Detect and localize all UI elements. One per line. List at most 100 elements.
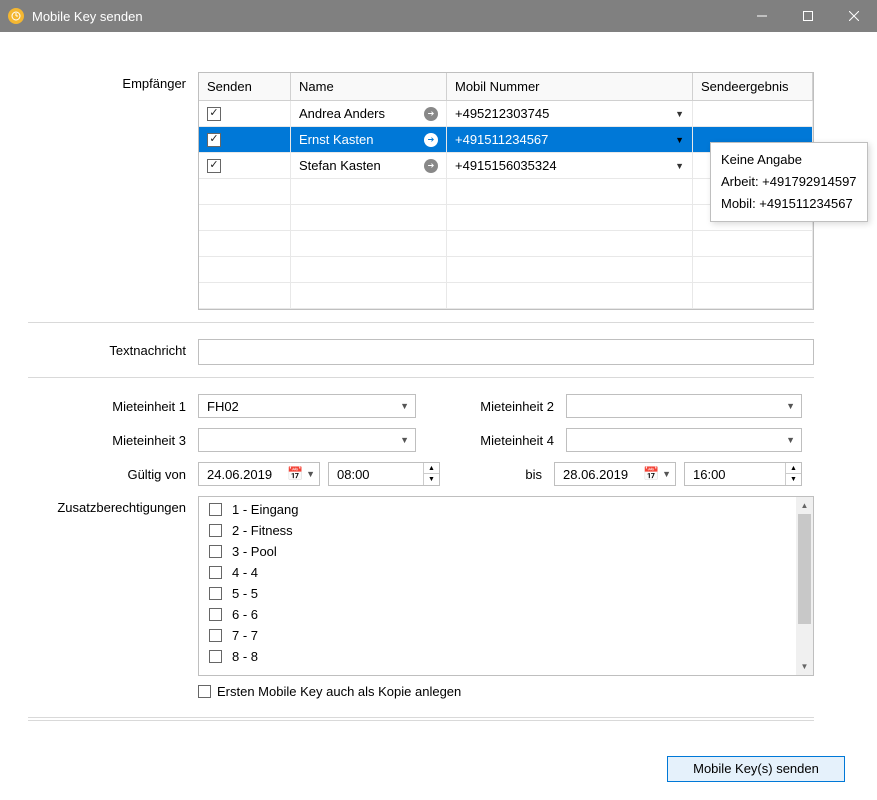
perm-label: 4 - 4 (232, 565, 258, 580)
col-name[interactable]: Name (291, 73, 447, 101)
window-title: Mobile Key senden (32, 9, 739, 24)
timefrom-spinner[interactable]: 08:00 ▲▼ (328, 462, 440, 486)
chevron-down-icon[interactable]: ▼ (675, 109, 684, 119)
chevron-down-icon: ▼ (400, 435, 409, 445)
scroll-up-icon[interactable]: ▲ (796, 497, 813, 514)
minimize-button[interactable] (739, 0, 785, 32)
mobile-cell: +4915156035324 (455, 158, 557, 173)
dateto-picker[interactable]: 28.06.2019 📅 ▼ (554, 462, 676, 486)
scrollbar[interactable]: ▲ ▼ (796, 497, 813, 675)
unit4-combo[interactable]: ▼ (566, 428, 802, 452)
send-checkbox[interactable] (207, 133, 221, 147)
list-item[interactable]: 1 - Eingang (199, 499, 796, 520)
calendar-icon: 📅 (286, 466, 304, 482)
mobile-cell: +495212303745 (455, 106, 549, 121)
validfrom-label: Gültig von (28, 467, 198, 482)
unit2-combo[interactable]: ▼ (566, 394, 802, 418)
unit1-combo[interactable]: FH02 ▼ (198, 394, 416, 418)
chevron-down-icon[interactable]: ▼ (675, 161, 684, 171)
tooltip-line: Arbeit: +491792914597 (721, 171, 857, 193)
perm-checkbox[interactable] (209, 608, 222, 621)
perm-checkbox[interactable] (209, 545, 222, 558)
app-icon (8, 8, 24, 24)
perm-checkbox[interactable] (209, 650, 222, 663)
unit3-combo[interactable]: ▼ (198, 428, 416, 452)
mobile-cell: +491511234567 (455, 132, 548, 147)
close-button[interactable] (831, 0, 877, 32)
copykey-checkbox[interactable] (198, 685, 211, 698)
list-item[interactable]: 4 - 4 (199, 562, 796, 583)
title-bar: Mobile Key senden (0, 0, 877, 32)
list-item[interactable]: 7 - 7 (199, 625, 796, 646)
name-cell: Stefan Kasten (299, 158, 381, 173)
list-item[interactable]: 2 - Fitness (199, 520, 796, 541)
perm-label: 6 - 6 (232, 607, 258, 622)
perm-label: 5 - 5 (232, 586, 258, 601)
chevron-down-icon: ▼ (786, 401, 795, 411)
perm-label: 7 - 7 (232, 628, 258, 643)
timefrom-value: 08:00 (329, 467, 423, 482)
chevron-down-icon: ▼ (400, 401, 409, 411)
copykey-label: Ersten Mobile Key auch als Kopie anlegen (217, 684, 461, 699)
spinner-down-icon[interactable]: ▼ (424, 474, 439, 485)
extraperms-label: Zusatzberechtigungen (28, 496, 198, 699)
unit1-label: Mieteinheit 1 (28, 399, 198, 414)
send-checkbox[interactable] (207, 107, 221, 121)
dateto-value: 28.06.2019 (563, 467, 642, 482)
scroll-thumb[interactable] (798, 514, 811, 624)
arrow-right-icon[interactable] (424, 133, 438, 147)
spinner-up-icon[interactable]: ▲ (424, 463, 439, 474)
perm-checkbox[interactable] (209, 524, 222, 537)
list-item[interactable]: 3 - Pool (199, 541, 796, 562)
arrow-right-icon[interactable] (424, 107, 438, 121)
unit3-label: Mieteinheit 3 (28, 433, 198, 448)
perm-label: 8 - 8 (232, 649, 258, 664)
permissions-listbox[interactable]: 1 - Eingang 2 - Fitness 3 - Pool 4 - 4 5 - 5… (198, 496, 814, 676)
timeto-spinner[interactable]: 16:00 ▲▼ (684, 462, 802, 486)
send-checkbox[interactable] (207, 159, 221, 173)
datefrom-picker[interactable]: 24.06.2019 📅 ▼ (198, 462, 320, 486)
table-row[interactable] (199, 283, 813, 309)
tooltip-line: Mobil: +491511234567 (721, 193, 857, 215)
unit4-label: Mieteinheit 4 (416, 433, 566, 448)
maximize-button[interactable] (785, 0, 831, 32)
list-item[interactable]: 8 - 8 (199, 646, 796, 667)
table-row[interactable] (199, 231, 813, 257)
spinner-down-icon[interactable]: ▼ (786, 474, 801, 485)
perm-checkbox[interactable] (209, 566, 222, 579)
perm-label: 3 - Pool (232, 544, 277, 559)
scroll-down-icon[interactable]: ▼ (796, 658, 813, 675)
col-mobile[interactable]: Mobil Nummer (447, 73, 693, 101)
perm-label: 1 - Eingang (232, 502, 299, 517)
table-row[interactable] (199, 257, 813, 283)
datefrom-value: 24.06.2019 (207, 467, 286, 482)
timeto-value: 16:00 (685, 467, 785, 482)
calendar-icon: 📅 (642, 466, 660, 482)
perm-checkbox[interactable] (209, 503, 222, 516)
perm-label: 2 - Fitness (232, 523, 293, 538)
tooltip-line: Keine Angabe (721, 149, 857, 171)
phone-tooltip: Keine Angabe Arbeit: +491792914597 Mobil… (710, 142, 868, 222)
textmessage-label: Textnachricht (28, 339, 198, 365)
chevron-down-icon: ▼ (786, 435, 795, 445)
recipients-label: Empfänger (28, 72, 198, 310)
validto-label: bis (440, 467, 554, 482)
chevron-down-icon: ▼ (306, 469, 315, 479)
col-result[interactable]: Sendeergebnis (693, 73, 813, 101)
textmessage-input[interactable] (198, 339, 814, 365)
chevron-down-icon[interactable]: ▼ (675, 135, 684, 145)
list-item[interactable]: 5 - 5 (199, 583, 796, 604)
send-mobile-keys-button[interactable]: Mobile Key(s) senden (667, 756, 845, 782)
perm-checkbox[interactable] (209, 629, 222, 642)
spinner-up-icon[interactable]: ▲ (786, 463, 801, 474)
list-item[interactable]: 6 - 6 (199, 604, 796, 625)
chevron-down-icon: ▼ (662, 469, 671, 479)
unit1-value: FH02 (207, 399, 239, 414)
col-send[interactable]: Senden (199, 73, 291, 101)
name-cell: Andrea Anders (299, 106, 385, 121)
unit2-label: Mieteinheit 2 (416, 399, 566, 414)
table-row[interactable]: Andrea Anders +495212303745 ▼ (199, 101, 813, 127)
perm-checkbox[interactable] (209, 587, 222, 600)
arrow-right-icon[interactable] (424, 159, 438, 173)
name-cell: Ernst Kasten (299, 132, 373, 147)
